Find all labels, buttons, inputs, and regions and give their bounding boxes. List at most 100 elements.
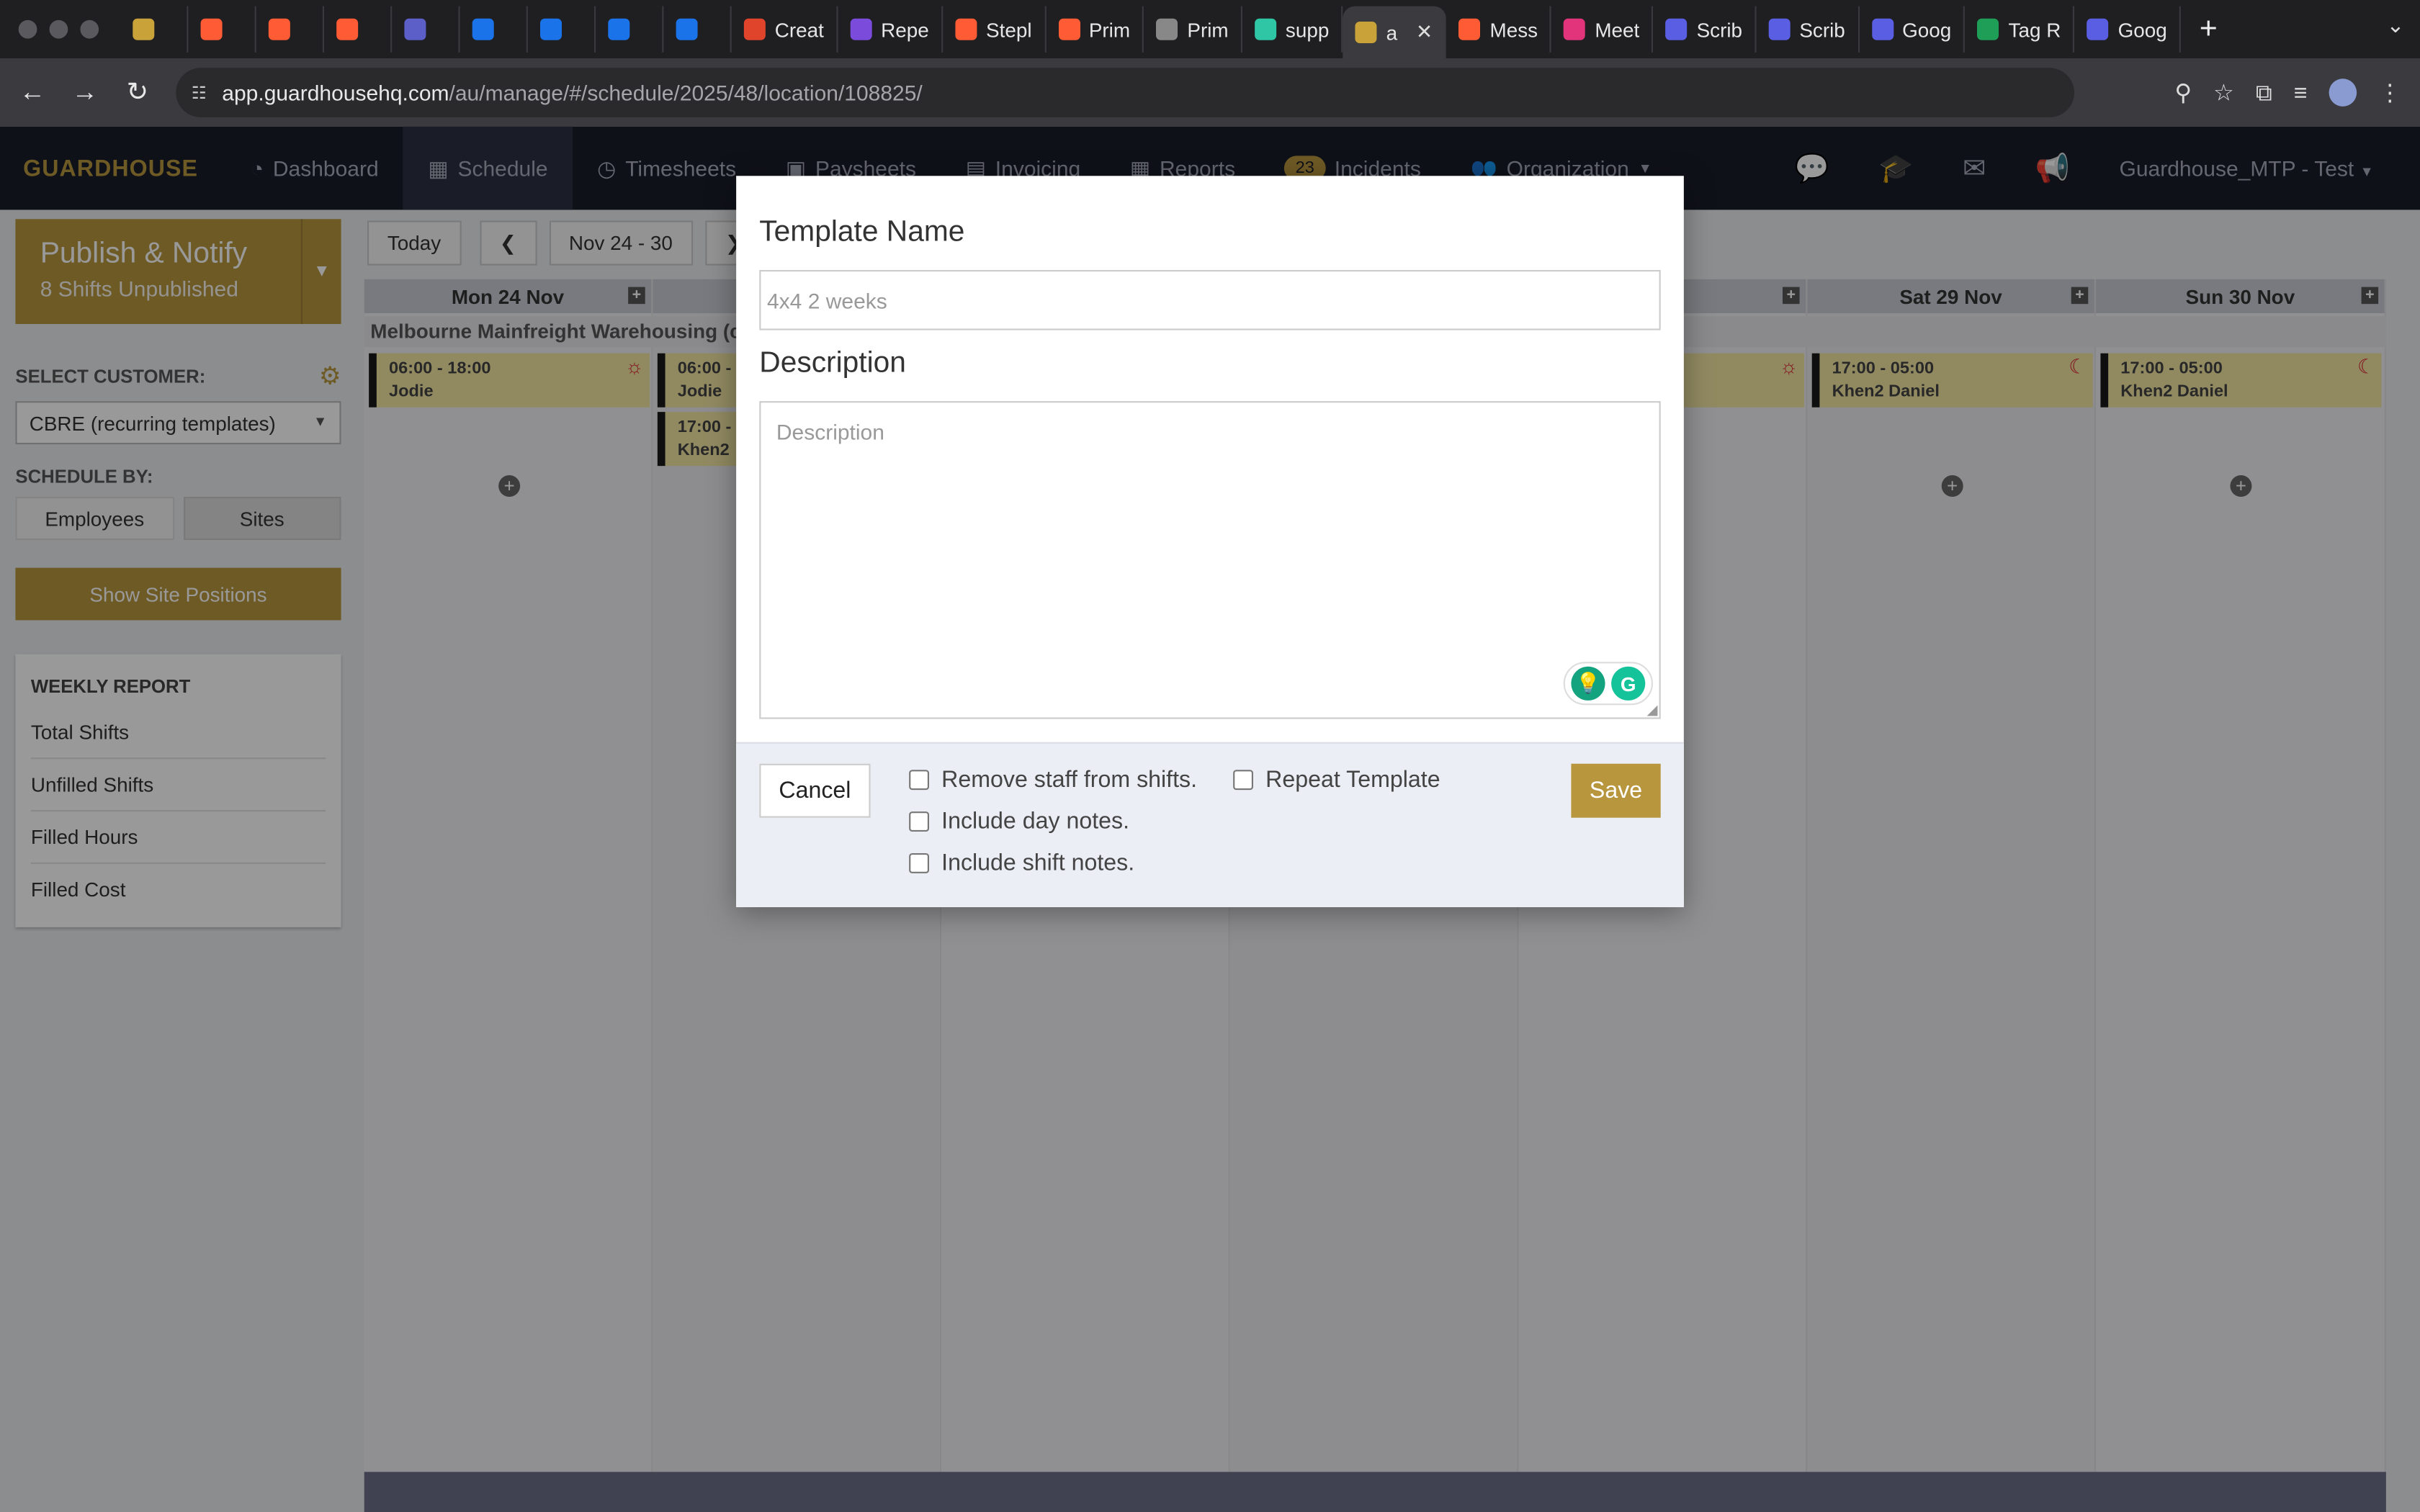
tab-favicon-icon — [268, 18, 290, 40]
description-placeholder: Description — [776, 419, 884, 445]
browser-tab[interactable] — [324, 6, 393, 53]
browser-tab[interactable]: supp — [1242, 6, 1343, 53]
browser-tab[interactable]: Prim — [1144, 6, 1242, 53]
checkbox-box[interactable] — [909, 853, 929, 873]
tab-favicon-icon — [1977, 18, 1999, 40]
tab-favicon-icon — [1255, 18, 1277, 40]
save-template-modal: Template Name 4x4 2 weeks Description De… — [736, 176, 1684, 907]
browser-tab[interactable]: Creat — [732, 6, 838, 53]
tab-favicon-icon — [850, 18, 872, 40]
tab-favicon-icon — [1458, 18, 1481, 40]
address-bar-row: ← → ↻ ☷ app.guardhousehq.com/au/manage/#… — [0, 58, 2420, 127]
browser-tab[interactable]: Meet — [1551, 6, 1654, 53]
checkbox-box[interactable] — [909, 811, 929, 832]
back-icon[interactable]: ← — [6, 77, 59, 108]
url-field[interactable]: ☷ app.guardhousehq.com/au/manage/#/sched… — [176, 68, 2075, 117]
zoom-icon[interactable]: ⚲ — [2174, 78, 2192, 106]
remove-staff-label: Remove staff from shifts. — [941, 767, 1198, 793]
tab-favicon-icon — [743, 18, 766, 40]
profile-avatar[interactable] — [2329, 78, 2357, 107]
reload-icon[interactable]: ↻ — [111, 77, 163, 108]
tab-title: Prim — [1187, 17, 1229, 41]
site-info-icon[interactable]: ☷ — [192, 83, 207, 103]
new-tab-icon[interactable]: + — [2200, 12, 2218, 47]
include-shift-notes-label: Include shift notes. — [941, 850, 1135, 877]
browser-tab[interactable]: Prim — [1046, 6, 1144, 53]
repeat-template-checkbox[interactable]: Repeat Template — [1233, 767, 1440, 793]
tab-strip: Creat Repe Stepl Prim Prim supp a ✕ Mess Meet Scri… — [120, 0, 2182, 59]
browser-tab[interactable]: Scrib — [1756, 6, 1860, 53]
tab-favicon-icon — [608, 18, 630, 40]
tab-favicon-icon — [404, 18, 426, 40]
tab-favicon-icon — [200, 18, 223, 40]
include-day-notes-checkbox[interactable]: Include day notes. — [909, 809, 1129, 834]
browser-tab[interactable] — [120, 6, 189, 53]
tab-favicon-icon — [1768, 18, 1791, 40]
browser-tab[interactable]: Goog — [1859, 6, 1966, 53]
url-host: app.guardhousehq.com — [222, 80, 449, 105]
resize-handle-icon[interactable]: ◢ — [1647, 702, 1658, 719]
tab-search-icon[interactable]: ⌄ — [2386, 12, 2404, 38]
cancel-button[interactable]: Cancel — [759, 763, 871, 818]
maximize-window-button[interactable] — [80, 19, 99, 39]
browser-tab[interactable]: Repe — [838, 6, 944, 53]
browser-tab[interactable] — [392, 6, 460, 53]
tab-title: Creat — [774, 17, 824, 41]
tab-title: Goog — [2118, 17, 2167, 41]
include-day-notes-label: Include day notes. — [941, 808, 1130, 835]
tab-title: supp — [1285, 17, 1330, 41]
tab-favicon-icon — [1355, 22, 1377, 43]
tab-favicon-icon — [133, 18, 155, 40]
tab-favicon-icon — [676, 18, 698, 40]
tab-title: a — [1386, 20, 1398, 45]
browser-tab[interactable]: Mess — [1446, 6, 1552, 53]
extensions-icon[interactable]: ⧉ — [2256, 79, 2272, 105]
tab-title: Goog — [1902, 17, 1952, 41]
remove-staff-checkbox[interactable]: Remove staff from shifts. — [909, 767, 1197, 793]
tab-favicon-icon — [1871, 18, 1894, 40]
browser-tab[interactable]: Goog — [2075, 6, 2182, 53]
browser-tab[interactable] — [528, 6, 596, 53]
grammarly-widget[interactable]: 💡 G — [1563, 662, 1653, 706]
bookmark-star-icon[interactable]: ☆ — [2213, 78, 2234, 106]
tab-favicon-icon — [540, 18, 562, 40]
tab-favicon-icon — [1156, 18, 1178, 40]
tab-favicon-icon — [2087, 18, 2109, 40]
browser-menu-icon[interactable]: ⋮ — [2378, 78, 2401, 106]
tab-title: Scrib — [1696, 17, 1743, 41]
forward-icon[interactable]: → — [58, 77, 111, 108]
minimize-window-button[interactable] — [49, 19, 68, 39]
browser-tab[interactable]: Scrib — [1654, 6, 1757, 53]
browser-tab[interactable]: Stepl — [943, 6, 1046, 53]
save-button[interactable]: Save — [1571, 763, 1661, 818]
tab-title: Repe — [881, 17, 929, 41]
grammarly-icon[interactable]: G — [1611, 666, 1646, 701]
include-shift-notes-checkbox[interactable]: Include shift notes. — [909, 850, 1134, 876]
url-path: /au/manage/#/schedule/2025/48/location/1… — [449, 80, 923, 105]
tab-favicon-icon — [472, 18, 494, 40]
template-name-label: Template Name — [759, 216, 965, 248]
tab-favicon-icon — [1057, 18, 1080, 40]
tab-title: Scrib — [1799, 17, 1845, 41]
media-control-icon[interactable]: ≡ — [2294, 79, 2308, 105]
browser-tab[interactable] — [460, 6, 528, 53]
close-window-button[interactable] — [18, 19, 37, 39]
browser-tab[interactable] — [596, 6, 664, 53]
tab-title: Stepl — [986, 17, 1032, 41]
checkbox-box[interactable] — [909, 770, 929, 791]
browser-tab[interactable] — [188, 6, 256, 53]
description-textarea[interactable]: Description 💡 G ◢ — [759, 401, 1661, 719]
browser-tab[interactable] — [663, 6, 732, 53]
browser-tab[interactable]: a ✕ — [1343, 6, 1447, 59]
browser-tab[interactable] — [256, 6, 324, 53]
close-tab-icon[interactable]: ✕ — [1416, 20, 1433, 45]
browser-tab[interactable]: Tag R — [1966, 6, 2075, 53]
lightbulb-icon[interactable]: 💡 — [1571, 666, 1605, 701]
checkbox-box[interactable] — [1233, 770, 1253, 791]
template-name-input[interactable]: 4x4 2 weeks — [759, 270, 1661, 330]
tab-favicon-icon — [336, 18, 359, 40]
browser-tab-bar: Creat Repe Stepl Prim Prim supp a ✕ Mess Meet Scri… — [0, 0, 2420, 59]
tab-title: Prim — [1088, 17, 1131, 41]
tab-title: Mess — [1489, 17, 1538, 41]
tab-favicon-icon — [955, 18, 977, 40]
